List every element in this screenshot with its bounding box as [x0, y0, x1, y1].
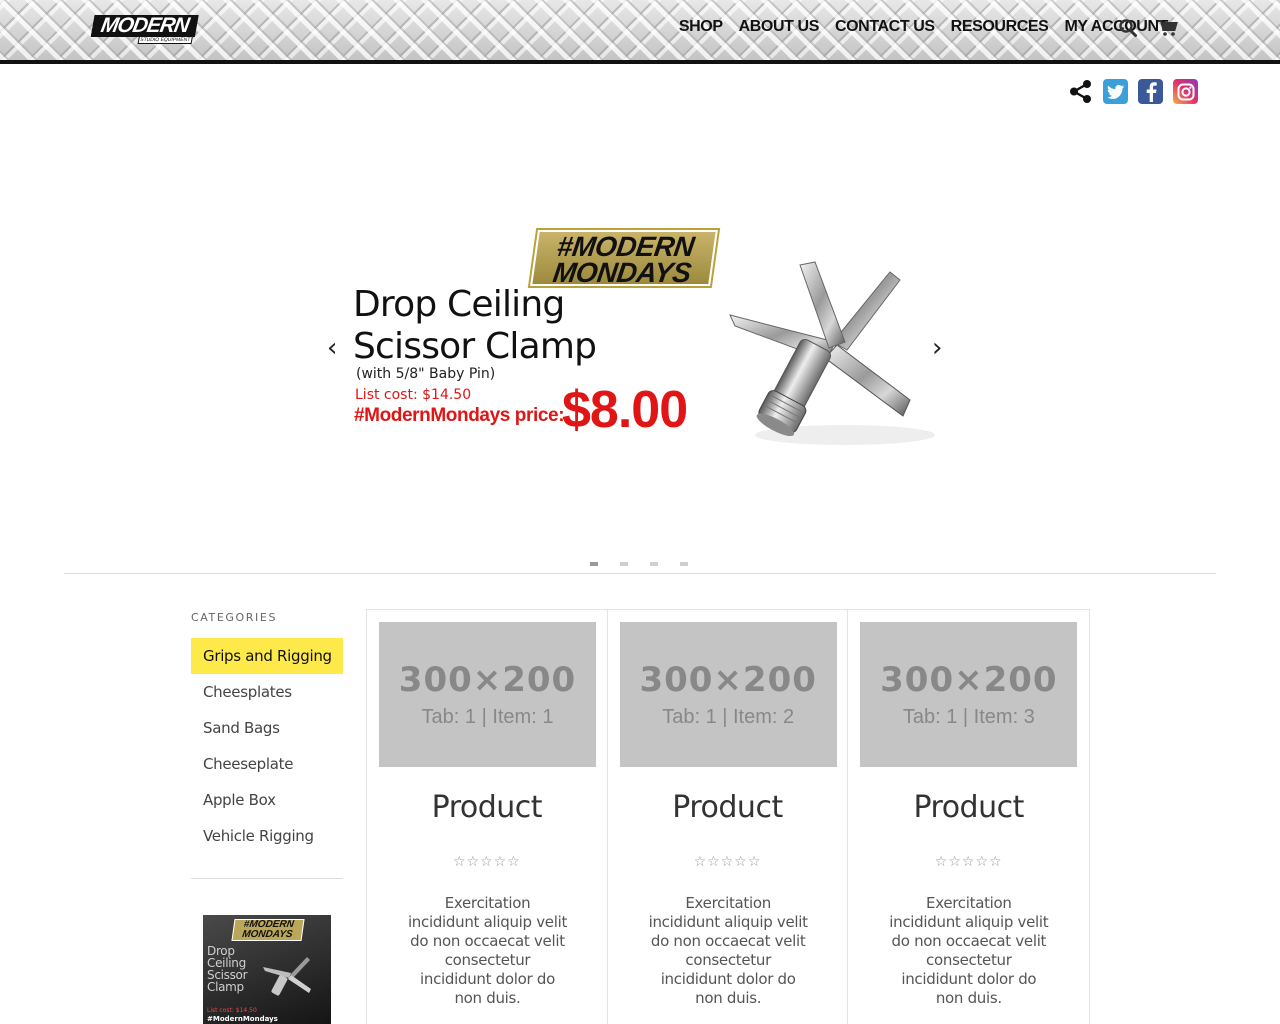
product-image-placeholder: 300×200 Tab: 1 | Item: 3 [860, 622, 1078, 767]
placeholder-size: 300×200 [880, 659, 1058, 700]
placeholder-label: Tab: 1 | Item: 2 [662, 705, 795, 728]
product-rating-stars: ☆☆☆☆☆ [452, 854, 521, 870]
nav-shop[interactable]: SHOP [671, 16, 731, 38]
promo-tag: #ModernMondays [207, 1015, 278, 1023]
share-icon[interactable] [1068, 79, 1093, 104]
category-sand-bags[interactable]: Sand Bags [191, 710, 343, 746]
slider-dot-2[interactable] [620, 562, 628, 566]
product-description: Exercitation incididunt aliquip velit do… [889, 894, 1049, 1007]
promo-title: Drop Ceiling Scissor Clamp [207, 944, 248, 994]
product-title[interactable]: Product [367, 790, 607, 825]
category-grips-and-rigging[interactable]: Grips and Rigging [191, 638, 343, 674]
product-card[interactable]: 300×200 Tab: 1 | Item: 3 Product ☆☆☆☆☆ E… [848, 610, 1089, 1024]
site-logo[interactable]: MODERN STUDIO EQUIPMENT [89, 14, 199, 45]
sidebar-divider [191, 878, 343, 879]
slider-next-button[interactable]: › [932, 334, 942, 362]
category-cheesplates[interactable]: Cheesplates [191, 674, 343, 710]
section-divider [64, 573, 1216, 574]
placeholder-label: Tab: 1 | Item: 3 [902, 705, 1035, 728]
slider-dot-1[interactable] [590, 562, 598, 566]
categories-heading: CATEGORIES [191, 611, 278, 624]
slide-title-line-2: Scissor Clamp [353, 326, 597, 367]
product-title[interactable]: Product [608, 790, 848, 825]
instagram-icon[interactable] [1173, 79, 1198, 104]
promo-list-cost: List cost: $14.50 [207, 1007, 257, 1014]
facebook-icon[interactable] [1138, 79, 1163, 104]
product-card[interactable]: 300×200 Tab: 1 | Item: 2 Product ☆☆☆☆☆ E… [608, 610, 849, 1024]
slider-dot-4[interactable] [680, 562, 688, 566]
product-image-placeholder: 300×200 Tab: 1 | Item: 1 [379, 622, 596, 767]
search-icon[interactable] [1118, 18, 1138, 38]
cart-icon[interactable] [1157, 18, 1179, 38]
scissor-clamp-image [715, 250, 955, 460]
logo-subtitle: STUDIO EQUIPMENT [137, 36, 193, 44]
categories-sidebar: CATEGORIES Grips and Rigging Cheesplates… [191, 610, 343, 1024]
slide-title-line-1: Drop Ceiling [353, 284, 565, 325]
slider-dot-3[interactable] [650, 562, 658, 566]
slide-price: $8.00 [562, 381, 688, 439]
placeholder-label: Tab: 1 | Item: 1 [421, 705, 554, 728]
promo-badge: #MODERN MONDAYS [231, 919, 305, 941]
main-nav: SHOP ABOUT US CONTACT US RESOURCES MY AC… [671, 16, 1176, 38]
slider-prev-button[interactable]: ‹ [327, 334, 337, 362]
logo-wordmark: MODERN [90, 14, 199, 37]
product-rating-stars: ☆☆☆☆☆ [693, 854, 762, 870]
placeholder-size: 300×200 [639, 659, 817, 700]
product-description: Exercitation incididunt aliquip velit do… [648, 894, 808, 1007]
hero-slider: ‹ #MODERN MONDAYS Drop Ceiling Scissor C… [0, 200, 1280, 460]
nav-contact-us[interactable]: CONTACT US [827, 16, 943, 38]
promo-clamp-image [261, 953, 321, 997]
category-apple-box[interactable]: Apple Box [191, 782, 343, 818]
product-card[interactable]: 300×200 Tab: 1 | Item: 1 Product ☆☆☆☆☆ E… [367, 610, 608, 1024]
product-description: Exercitation incididunt aliquip velit do… [407, 894, 568, 1007]
sidebar-promo-image[interactable]: #MODERN MONDAYS Drop Ceiling Scissor Cla… [203, 915, 331, 1024]
product-image-placeholder: 300×200 Tab: 1 | Item: 2 [619, 622, 837, 767]
slide-list-cost: List cost: $14.50 [355, 387, 472, 403]
twitter-icon[interactable] [1103, 79, 1128, 104]
social-links [1068, 79, 1198, 104]
category-cheeseplate[interactable]: Cheeseplate [191, 746, 343, 782]
categories-list: Grips and Rigging Cheesplates Sand Bags … [191, 638, 343, 854]
product-title[interactable]: Product [848, 790, 1089, 825]
category-vehicle-rigging[interactable]: Vehicle Rigging [191, 818, 343, 854]
nav-resources[interactable]: RESOURCES [943, 16, 1057, 38]
slider-dots [590, 562, 688, 566]
modern-mondays-badge: #MODERN MONDAYS [527, 228, 721, 288]
product-grid: 300×200 Tab: 1 | Item: 1 Product ☆☆☆☆☆ E… [366, 609, 1090, 1024]
site-header: MODERN STUDIO EQUIPMENT SHOP ABOUT US CO… [0, 0, 1280, 64]
nav-about-us[interactable]: ABOUT US [731, 16, 827, 38]
badge-line-2: MONDAYS [551, 257, 693, 288]
placeholder-size: 300×200 [398, 659, 577, 700]
slide-title: Drop Ceiling Scissor Clamp [353, 284, 653, 368]
slide-subtitle: (with 5/8" Baby Pin) [356, 366, 496, 382]
slide-promo-label: #ModernMondays price: [354, 405, 565, 426]
product-rating-stars: ☆☆☆☆☆ [934, 854, 1003, 870]
